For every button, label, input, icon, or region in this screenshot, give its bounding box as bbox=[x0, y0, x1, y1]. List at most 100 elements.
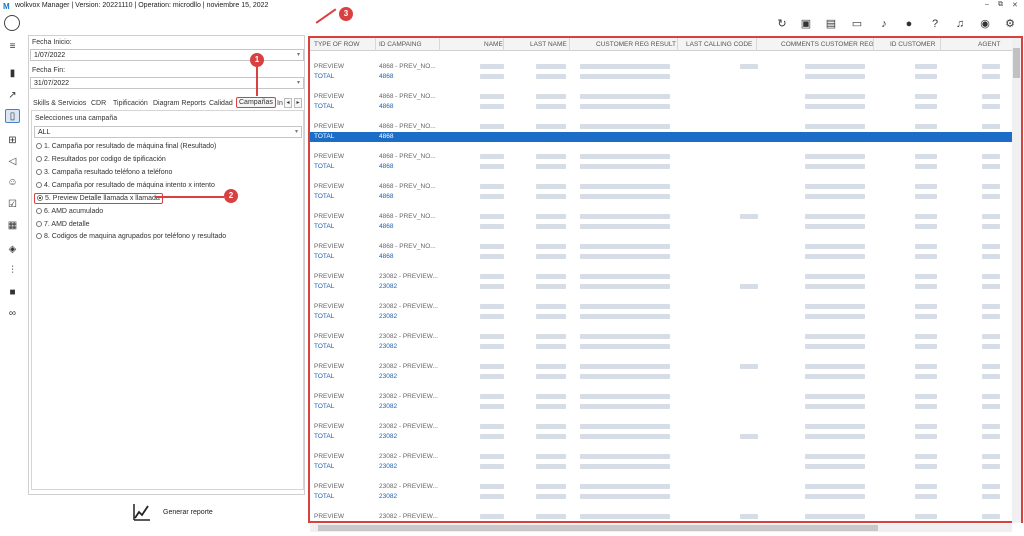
campaign-option-4[interactable]: 4. Campaña por resultado de máquina inte… bbox=[36, 182, 215, 189]
tab-in[interactable]: In bbox=[277, 98, 283, 109]
table-row[interactable]: TOTAL 4868 bbox=[310, 252, 1014, 262]
table-row[interactable]: PREVIEW 4868 - PREV_NO... bbox=[310, 212, 1014, 222]
checklist-icon[interactable]: ☑ bbox=[5, 198, 20, 212]
col-id-campaing[interactable]: ID CAMPAING bbox=[379, 41, 422, 48]
settings-icon[interactable]: ⚙ bbox=[1003, 17, 1017, 31]
tab-scroll-left-icon[interactable]: ◂ bbox=[284, 98, 292, 108]
campaign-select[interactable]: ALL ▾ bbox=[34, 126, 302, 138]
col-id-customer[interactable]: ID CUSTOMER bbox=[890, 41, 935, 48]
table-row[interactable]: PREVIEW 23082 - PREVIEW... bbox=[310, 512, 1014, 521]
table-row[interactable]: PREVIEW 4868 - PREV_NO... bbox=[310, 92, 1014, 102]
table-row[interactable]: TOTAL 4868 bbox=[310, 222, 1014, 232]
document-icon[interactable]: ▯ bbox=[5, 109, 20, 123]
tab-cdr[interactable]: CDR bbox=[91, 98, 106, 109]
table-row[interactable]: PREVIEW 23082 - PREVIEW... bbox=[310, 362, 1014, 372]
shield-icon[interactable]: ◈ bbox=[5, 243, 20, 257]
column-separator[interactable] bbox=[439, 38, 440, 51]
column-separator[interactable] bbox=[569, 38, 570, 51]
column-separator[interactable] bbox=[940, 38, 941, 51]
redacted-cell bbox=[480, 514, 504, 519]
table-row[interactable]: PREVIEW 4868 - PREV_NO... bbox=[310, 152, 1014, 162]
table-row[interactable]: TOTAL 4868 bbox=[310, 162, 1014, 172]
table-row[interactable]: TOTAL 4868 bbox=[310, 72, 1014, 82]
col-name[interactable]: NAME bbox=[484, 41, 503, 48]
table-row[interactable]: TOTAL 23082 bbox=[310, 312, 1014, 322]
vertical-scroll-thumb[interactable] bbox=[1013, 48, 1020, 78]
column-separator[interactable] bbox=[375, 38, 376, 51]
column-separator[interactable] bbox=[503, 38, 504, 51]
table-row[interactable]: PREVIEW 23082 - PREVIEW... bbox=[310, 392, 1014, 402]
col-customer-reg-result[interactable]: CUSTOMER REG RESULT bbox=[596, 41, 676, 48]
tab-calidad[interactable]: Calidad bbox=[209, 98, 233, 109]
table-row[interactable]: TOTAL 4868 bbox=[310, 102, 1014, 112]
bar-chart-icon[interactable]: ▮ bbox=[5, 67, 20, 81]
microphone-icon[interactable]: ● bbox=[902, 17, 916, 31]
table-row[interactable]: TOTAL 23082 bbox=[310, 462, 1014, 472]
col-last-name[interactable]: LAST NAME bbox=[530, 41, 567, 48]
minimize-button[interactable]: – bbox=[985, 1, 989, 8]
end-date-picker[interactable]: 31/07/2022 ▾ bbox=[30, 77, 304, 89]
campaign-option-7[interactable]: 7. AMD detalle bbox=[36, 221, 90, 228]
campaign-option-8[interactable]: 8. Codigos de maquina agrupados por telé… bbox=[36, 233, 226, 240]
trend-icon[interactable]: ↗ bbox=[5, 89, 20, 103]
table-row[interactable]: PREVIEW 23082 - PREVIEW... bbox=[310, 272, 1014, 282]
redacted-cell bbox=[580, 74, 670, 79]
cell-type-of-row: PREVIEW bbox=[314, 453, 344, 460]
table-row[interactable]: PREVIEW 4868 - PREV_NO... bbox=[310, 122, 1014, 132]
table-row[interactable]: TOTAL 23082 bbox=[310, 402, 1014, 412]
table-row[interactable]: TOTAL 23082 bbox=[310, 372, 1014, 382]
table-row[interactable]: PREVIEW 23082 - PREVIEW... bbox=[310, 452, 1014, 462]
table-row[interactable]: TOTAL 23082 bbox=[310, 342, 1014, 352]
col-last-calling-code[interactable]: LAST CALLING CODE bbox=[686, 41, 752, 48]
table-row[interactable]: PREVIEW 4868 - PREV_NO... bbox=[310, 182, 1014, 192]
campaign-option-2[interactable]: 2. Resultados por codigo de tipificación bbox=[36, 156, 166, 163]
table-row[interactable]: PREVIEW 4868 - PREV_NO... bbox=[310, 242, 1014, 252]
hierarchy-icon[interactable]: ⊞ bbox=[5, 134, 20, 148]
col-type-of-row[interactable]: TYPE OF ROW bbox=[314, 41, 360, 48]
tab-skills-servicios[interactable]: Skills & Servicios bbox=[33, 98, 86, 109]
vertical-scrollbar[interactable] bbox=[1012, 38, 1021, 523]
tab-campanas[interactable]: Campañas bbox=[236, 97, 276, 108]
column-separator[interactable] bbox=[873, 38, 874, 51]
tab-diagram-reports[interactable]: Diagram Reports bbox=[153, 98, 206, 109]
reports-icon[interactable]: ▤ bbox=[824, 17, 838, 31]
campaign-option-3[interactable]: 3. Campaña resultado teléfono a teléfono bbox=[36, 169, 172, 176]
voicemail-icon[interactable]: ∞ bbox=[5, 307, 20, 321]
user-icon[interactable]: ◉ bbox=[978, 17, 992, 31]
campaign-option-5[interactable]: 5. Preview Detalle llamada x llamada bbox=[34, 193, 163, 204]
table-row[interactable]: PREVIEW 23082 - PREVIEW... bbox=[310, 482, 1014, 492]
group-icon[interactable]: ☺ bbox=[5, 176, 20, 190]
horizontal-scroll-thumb[interactable] bbox=[318, 525, 878, 531]
table-row[interactable]: PREVIEW 23082 - PREVIEW... bbox=[310, 332, 1014, 342]
restore-button[interactable]: ⧉ bbox=[998, 1, 1003, 9]
megaphone-icon[interactable]: ◁ bbox=[5, 155, 20, 169]
video-icon[interactable]: ■ bbox=[5, 286, 20, 300]
table-row[interactable]: PREVIEW 23082 - PREVIEW... bbox=[310, 302, 1014, 312]
table-row[interactable]: TOTAL 23082 bbox=[310, 432, 1014, 442]
gift-icon[interactable]: ▣ bbox=[799, 17, 813, 31]
calculator-icon[interactable]: ▦ bbox=[5, 219, 20, 233]
refresh-icon[interactable]: ↻ bbox=[775, 17, 789, 31]
contact-card-icon[interactable]: ▭ bbox=[850, 17, 864, 31]
table-row[interactable]: PREVIEW 4868 - PREV_NO... bbox=[310, 62, 1014, 72]
help-icon[interactable]: ? bbox=[928, 17, 942, 31]
col-comments-customer-reg[interactable]: COMMENTS CUSTOMER REG bbox=[781, 41, 874, 48]
tab-scroll-right-icon[interactable]: ▸ bbox=[294, 98, 302, 108]
campaign-option-6[interactable]: 6. AMD acumulado bbox=[36, 208, 103, 215]
table-row[interactable]: TOTAL 23082 bbox=[310, 282, 1014, 292]
close-button[interactable]: ✕ bbox=[1012, 1, 1018, 9]
menu-icon[interactable]: ≡ bbox=[5, 40, 20, 54]
column-separator[interactable] bbox=[677, 38, 678, 51]
table-row[interactable]: PREVIEW 23082 - PREVIEW... bbox=[310, 422, 1014, 432]
tab-tipificacion[interactable]: Tipificación bbox=[113, 98, 148, 109]
table-row[interactable]: TOTAL 4868 bbox=[310, 192, 1014, 202]
column-separator[interactable] bbox=[756, 38, 757, 51]
bell-icon[interactable]: ♫ bbox=[953, 17, 967, 31]
campaign-option-1[interactable]: 1. Campaña por resultado de máquina fina… bbox=[36, 143, 216, 150]
horizontal-scrollbar[interactable] bbox=[310, 524, 1012, 532]
audio-wave-icon[interactable]: ⫶ bbox=[5, 264, 20, 278]
table-row[interactable]: TOTAL 23082 bbox=[310, 492, 1014, 502]
table-row[interactable]: TOTAL 4868 bbox=[310, 132, 1014, 142]
col-agent[interactable]: AGENT bbox=[978, 41, 1000, 48]
music-icon[interactable]: ♪ bbox=[877, 17, 891, 31]
